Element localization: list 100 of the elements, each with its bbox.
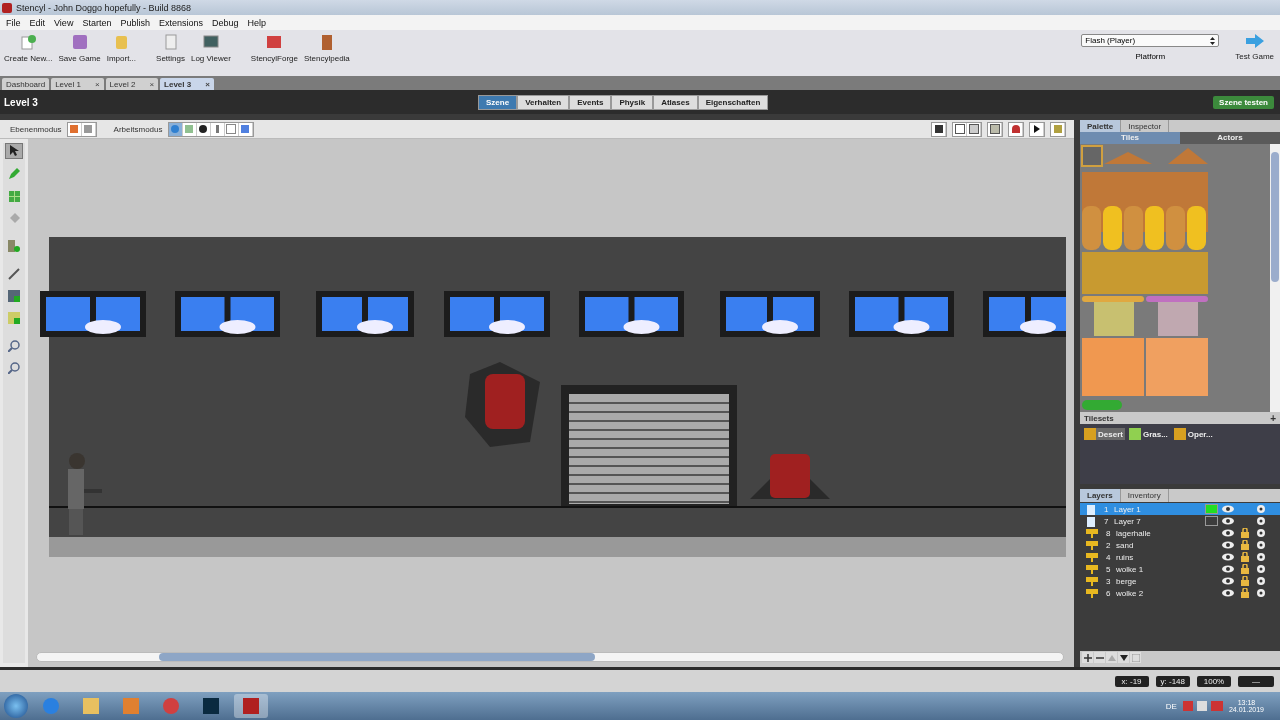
tileset-item[interactable]: Oper...	[1173, 428, 1215, 440]
status-indicator: —	[1238, 675, 1274, 687]
scene-tab[interactable]: Verhalten	[517, 94, 570, 110]
lock-icon[interactable]	[1241, 540, 1249, 550]
view-toggle-button[interactable]	[932, 122, 946, 136]
image-button[interactable]	[1051, 122, 1065, 136]
scene-tab[interactable]: Szene	[478, 94, 518, 110]
eye-icon[interactable]	[1222, 565, 1234, 573]
lock-icon[interactable]	[1241, 564, 1249, 574]
layer-row[interactable]: 3 berge	[1080, 575, 1280, 587]
document-tab[interactable]: Dashboard	[2, 78, 50, 90]
lock-icon[interactable]	[1241, 576, 1249, 586]
tile-palette-drawing[interactable]	[1080, 144, 1210, 410]
close-icon[interactable]: ×	[205, 79, 210, 89]
tileset-item[interactable]: Desert	[1084, 428, 1125, 440]
language-indicator[interactable]: DE	[1165, 701, 1177, 711]
layer-row[interactable]: 6 wolke 2	[1080, 587, 1280, 599]
layer-number: 4	[1106, 552, 1112, 562]
layer-mode-button[interactable]	[67, 122, 82, 136]
grid-button[interactable]	[988, 122, 1002, 136]
magnet-icon[interactable]	[1009, 122, 1023, 136]
menu-item[interactable]: Help	[247, 17, 267, 28]
sign-icon	[1086, 552, 1098, 562]
layer-number: 3	[1106, 576, 1112, 586]
color-swatch[interactable]	[1205, 516, 1218, 526]
document-tab[interactable]: Level 3 ×	[160, 78, 214, 90]
layer-row[interactable]: 7 Layer 7	[1080, 515, 1280, 527]
menu-item[interactable]: Starten	[82, 17, 112, 28]
start-button[interactable]	[4, 694, 28, 718]
toolbar-button[interactable]: Settings	[156, 34, 185, 63]
down-arrow-icon	[1119, 654, 1128, 661]
layer-number: 5	[1106, 564, 1112, 574]
scene-tab[interactable]: Atlases	[653, 94, 698, 110]
menu-item[interactable]: File	[6, 17, 21, 28]
layer-number: 1	[1104, 504, 1110, 514]
scrollbar-thumb[interactable]	[1271, 152, 1279, 282]
zoom-in-button[interactable]	[6, 339, 22, 353]
layer-row[interactable]: 2 sand	[1080, 539, 1280, 551]
layer-row[interactable]: 4 ruins	[1080, 551, 1280, 563]
eye-icon[interactable]	[1222, 553, 1234, 561]
zoom-out-button[interactable]	[6, 361, 22, 375]
line-tool[interactable]	[6, 267, 22, 281]
sign-icon	[1086, 528, 1098, 538]
layer-mode-button[interactable]	[81, 122, 96, 136]
menu-item[interactable]: Publish	[120, 17, 150, 28]
sign-icon	[1086, 576, 1098, 586]
x-coordinate: x: -19	[1114, 675, 1149, 687]
close-icon[interactable]: ×	[94, 79, 100, 89]
sign-icon	[1086, 588, 1098, 598]
platform-dropdown[interactable]: Flash (Player)	[1081, 34, 1220, 47]
remove-layer-button[interactable]	[1094, 652, 1105, 663]
lock-icon[interactable]	[1241, 588, 1249, 598]
toolbar-icon	[162, 34, 179, 50]
document-tab[interactable]: Level 2 ×	[105, 78, 159, 90]
test-scene-button[interactable]: Szene testen	[1213, 95, 1274, 109]
add-layer-button[interactable]	[1082, 652, 1093, 663]
stencyl-app-icon[interactable]	[234, 694, 268, 718]
eye-icon[interactable]	[1222, 505, 1234, 513]
eye-icon[interactable]	[1222, 541, 1234, 549]
layer-row[interactable]: 8 lagerhalle	[1080, 527, 1280, 539]
layer-row[interactable]: 5 wolke 1	[1080, 563, 1280, 575]
eye-icon[interactable]	[1222, 589, 1234, 597]
pointer-tool[interactable]	[5, 143, 23, 159]
tray-icons-drawing[interactable]	[1182, 701, 1223, 711]
menu-item[interactable]: Debug	[212, 17, 239, 28]
tileset-item[interactable]: Gras...	[1128, 428, 1170, 440]
tile-stamp-tool[interactable]	[6, 239, 22, 253]
document-tab[interactable]: Level 1 ×	[51, 78, 104, 90]
test-game-button[interactable]: Test Game	[1235, 34, 1274, 61]
scrollbar-thumb[interactable]	[159, 653, 595, 661]
scene-tab[interactable]: Physik	[611, 94, 654, 110]
scene-tab[interactable]: Events	[569, 94, 612, 110]
menu-item[interactable]: Edit	[29, 17, 46, 28]
toolbar-button[interactable]: StencylForge	[250, 34, 298, 63]
lock-icon[interactable]	[1241, 528, 1249, 538]
toolbar-button[interactable]: Log Viewer	[190, 34, 231, 63]
grid-toggle-button[interactable]	[967, 122, 981, 136]
toolbar-button[interactable]: Create New...	[4, 34, 53, 63]
eye-icon[interactable]	[1222, 517, 1234, 525]
panel-tab[interactable]: Palette	[1080, 120, 1122, 132]
region-tool[interactable]	[6, 289, 22, 303]
scene-tab[interactable]: Eigenschaften	[697, 94, 769, 110]
line-icon	[8, 268, 20, 280]
toolbar-button[interactable]: Stencylpedia	[304, 34, 350, 63]
palette-category-tab[interactable]: Actors	[1180, 132, 1280, 144]
layer-name: wolke 2	[1116, 588, 1144, 598]
close-icon[interactable]: ×	[149, 79, 155, 89]
toolbar-button[interactable]: Import...	[106, 34, 137, 63]
panel-tab[interactable]: Layers	[1080, 489, 1121, 502]
eye-icon[interactable]	[1222, 577, 1234, 585]
menu-item[interactable]: View	[54, 17, 74, 28]
color-swatch[interactable]	[1205, 504, 1218, 514]
toolbar-button[interactable]: Save Game	[58, 34, 101, 63]
eye-icon[interactable]	[1222, 529, 1234, 537]
menu-item[interactable]: Extensions	[158, 17, 203, 28]
move-down-button[interactable]	[1118, 652, 1129, 663]
lock-icon[interactable]	[1241, 552, 1249, 562]
add-tileset-button[interactable]: +	[1270, 412, 1276, 424]
grid-toggle-button[interactable]	[953, 122, 967, 136]
pointer-icon	[9, 145, 19, 157]
